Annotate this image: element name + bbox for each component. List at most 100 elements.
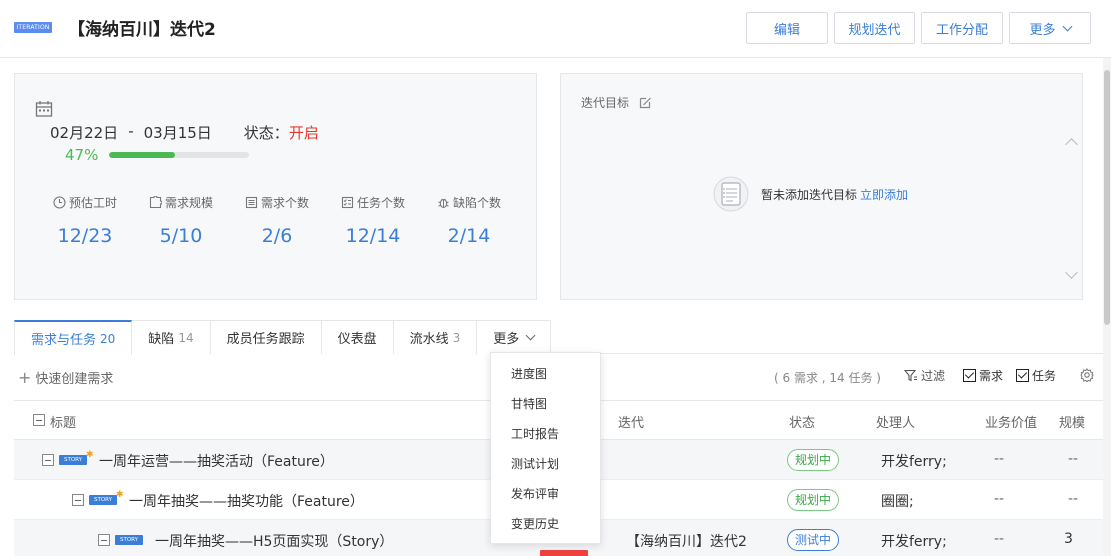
tab-4[interactable]: 流水线 3 (393, 320, 478, 354)
tab-0[interactable]: 需求与任务 20 (14, 320, 133, 355)
status-label: 状态： (243, 124, 289, 142)
requirement-checkbox[interactable]: 需求 (963, 367, 1003, 384)
stat-label-text: 缺陷个数 (452, 196, 501, 210)
goal-empty-text: 暂未添加迭代目标 (761, 187, 858, 202)
row-assignee[interactable]: 开发ferry; (881, 451, 947, 471)
row-title[interactable]: 一周年运营——抽奖活动（Feature） (99, 451, 334, 471)
tab-label: 需求与任务 (31, 333, 97, 348)
row-iteration[interactable]: 【海纳百川】迭代2 (626, 531, 747, 551)
col-title: 标题 (50, 416, 77, 431)
tab-2[interactable]: 成员任务跟踪 (210, 320, 322, 354)
collapse-all-icon[interactable] (33, 414, 45, 426)
stat-value[interactable]: 12/14 (325, 225, 421, 247)
more-tabs-dropdown: 进度图 甘特图 工时报告 测试计划 发布评审 变更历史 (490, 352, 601, 544)
col-iteration: 迭代 (618, 416, 645, 431)
edit-icon[interactable] (639, 96, 652, 109)
goal-label: 迭代目标 (581, 96, 630, 110)
dropdown-item[interactable]: 甘特图 (491, 389, 600, 419)
dropdown-item[interactable]: 测试计划 (491, 449, 600, 479)
tab-count: 20 (100, 331, 116, 346)
list-icon (245, 196, 258, 209)
empty-document-icon (713, 176, 749, 212)
stat-value[interactable]: 2/14 (421, 225, 517, 247)
calendar-icon (35, 101, 53, 117)
status-value: 开启 (288, 124, 319, 142)
row-size: -- (1068, 451, 1079, 467)
task-checkbox-label: 任务 (1032, 369, 1057, 383)
stat-label: 预估工时 (37, 194, 133, 211)
row-title[interactable]: 一周年抽奖——抽奖功能（Feature） (129, 491, 364, 511)
stat-item: 任务个数 12/14 (325, 194, 421, 247)
filter-label: 过滤 (921, 369, 946, 383)
stats-row: 预估工时 12/23 需求规模 5/10 需求个数 2/6 任务个数 12/14 缺陷个数 2/1… (37, 194, 517, 247)
checkbox-checked-icon[interactable] (963, 369, 976, 382)
page-header: ITERATION 【海纳百川】迭代2 编辑 规划迭代 工作分配 更多 (0, 0, 1111, 58)
stat-label-text: 预估工时 (68, 196, 117, 210)
story-badge: STORY (115, 535, 143, 545)
stat-label: 任务个数 (325, 194, 421, 211)
tab-label: 仪表盘 (337, 332, 377, 347)
bug-icon (438, 198, 449, 209)
checkbox-checked-icon[interactable] (1016, 369, 1029, 382)
tab-label: 缺陷 (148, 332, 175, 347)
stat-label: 缺陷个数 (421, 194, 517, 211)
col-size: 规模 (1059, 416, 1086, 431)
collapse-row-icon[interactable] (42, 454, 54, 466)
requirement-checkbox-label: 需求 (979, 369, 1004, 383)
stat-label-text: 需求个数 (260, 196, 309, 210)
collapse-row-icon[interactable] (72, 494, 84, 506)
chevron-down-icon (1062, 21, 1072, 31)
more-button[interactable]: 更多 (1009, 12, 1091, 44)
more-button-label: 更多 (1029, 22, 1056, 38)
task-checkbox[interactable]: 任务 (1016, 367, 1056, 384)
clock-icon (53, 196, 66, 209)
dropdown-item[interactable]: 工时报告 (491, 419, 600, 449)
stat-item: 缺陷个数 2/14 (421, 194, 517, 247)
progress-percent: 47% (65, 146, 99, 164)
work-assign-button[interactable]: 工作分配 (921, 12, 1003, 44)
tab-label: 流水线 (409, 332, 449, 347)
tab-1[interactable]: 缺陷 14 (132, 320, 211, 354)
stat-value[interactable]: 12/23 (37, 225, 133, 247)
filter-icon (904, 369, 917, 382)
scroll-up-icon[interactable] (1065, 138, 1078, 151)
row-assignee[interactable]: 开发ferry; (881, 531, 947, 551)
scrollbar-thumb[interactable] (1104, 70, 1110, 325)
stat-value[interactable]: 5/10 (133, 225, 229, 247)
dropdown-item[interactable]: 变更历史 (491, 509, 600, 539)
feature-star-icon: ✱ (116, 490, 124, 500)
dropdown-item[interactable]: 进度图 (491, 359, 600, 389)
stat-item: 预估工时 12/23 (37, 194, 133, 247)
plus-icon: + (18, 367, 32, 387)
row-title[interactable]: 一周年抽奖——H5页面实现（Story） (155, 531, 393, 551)
row-assignee[interactable]: 圈圈; (881, 491, 914, 511)
filter-button[interactable]: 过滤 (904, 367, 945, 384)
gear-icon[interactable] (1080, 368, 1094, 382)
page-title: 【海纳百川】迭代2 (68, 20, 216, 40)
date-separator: - (128, 122, 134, 140)
tab-count: 3 (452, 330, 461, 345)
status-badge[interactable]: 规划中 (787, 449, 840, 471)
stat-value[interactable]: 2/6 (229, 225, 325, 247)
col-business-value: 业务价值 (985, 416, 1038, 431)
tab-3[interactable]: 仪表盘 (321, 320, 394, 354)
date-range: 02月22日 - 03月15日 状态： 开启 (50, 122, 319, 143)
tab-bar: 需求与任务 20 缺陷 14 成员任务跟踪 仪表盘 流水线 3 更多 (14, 320, 552, 355)
edit-button[interactable]: 编辑 (746, 12, 828, 44)
tab-label: 成员任务跟踪 (226, 332, 305, 347)
page-scrollbar[interactable] (1103, 58, 1111, 556)
status-badge[interactable]: 规划中 (787, 489, 840, 511)
dropdown-item[interactable]: 发布评审 (491, 479, 600, 509)
quick-create-button[interactable]: + 快速创建需求 (18, 368, 113, 387)
collapse-row-icon[interactable] (98, 534, 110, 546)
add-goal-link[interactable]: 立即添加 (860, 186, 908, 203)
story-badge: STORY (59, 455, 87, 465)
quick-create-label: 快速创建需求 (35, 372, 114, 387)
tab-5[interactable]: 更多 (477, 320, 552, 354)
chevron-down-icon (525, 330, 536, 341)
stat-label: 需求规模 (133, 194, 229, 211)
plan-iteration-button[interactable]: 规划迭代 (834, 12, 915, 44)
status-badge[interactable]: 测试中 (787, 529, 840, 551)
iteration-goal-panel: 迭代目标 暂未添加迭代目标 立即添加 (560, 73, 1083, 300)
scroll-down-icon[interactable] (1065, 266, 1078, 279)
